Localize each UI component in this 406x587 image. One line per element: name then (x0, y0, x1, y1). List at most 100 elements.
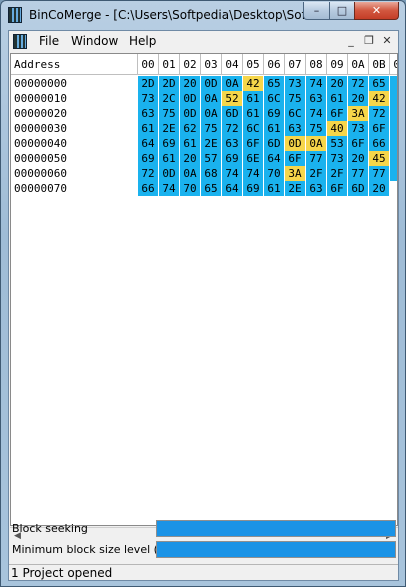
byte-cell[interactable]: 77 (348, 166, 369, 181)
byte-cell[interactable]: 2F (306, 166, 327, 181)
byte-cell[interactable]: 42 (369, 91, 390, 106)
byte-cell[interactable]: 2E (159, 121, 180, 136)
byte-cell[interactable]: 6C (285, 106, 306, 121)
byte-cell[interactable]: 61 (264, 181, 285, 196)
byte-cell[interactable]: 73 (138, 91, 159, 106)
menu-help[interactable]: Help (129, 34, 156, 48)
byte-cell[interactable]: 77 (306, 151, 327, 166)
byte-cell[interactable]: 61 (243, 106, 264, 121)
byte-cell[interactable]: 20 (180, 76, 201, 91)
byte-cell[interactable]: 69 (159, 136, 180, 151)
maximize-button[interactable]: □ (329, 2, 355, 20)
byte-cell[interactable]: 72 (348, 76, 369, 91)
byte-cell[interactable]: 0A (201, 106, 222, 121)
byte-cell[interactable]: 61 (243, 91, 264, 106)
byte-cell[interactable]: 69 (138, 151, 159, 166)
byte-cell[interactable]: 68 (201, 166, 222, 181)
byte-cell[interactable]: 65 (264, 76, 285, 91)
byte-cell[interactable]: 6C (243, 121, 264, 136)
column-header[interactable]: 0B (369, 54, 390, 75)
byte-cell[interactable]: 6F (327, 106, 348, 121)
byte-cell[interactable]: 0D (180, 106, 201, 121)
mdi-close-button[interactable]: ✕ (379, 34, 395, 48)
column-header[interactable]: 06 (264, 54, 285, 75)
byte-cell[interactable]: 7 (390, 166, 397, 181)
byte-cell[interactable]: 64 (222, 181, 243, 196)
byte-cell[interactable]: 65 (369, 76, 390, 91)
byte-cell[interactable]: 73 (348, 121, 369, 136)
byte-cell[interactable]: 6D (348, 181, 369, 196)
byte-cell[interactable]: 75 (201, 121, 222, 136)
byte-cell[interactable]: 61 (159, 151, 180, 166)
byte-cell[interactable]: 65 (201, 181, 222, 196)
byte-cell[interactable]: 64 (264, 151, 285, 166)
byte-cell[interactable]: 70 (264, 166, 285, 181)
byte-cell[interactable]: 2D (159, 76, 180, 91)
byte-cell[interactable]: 63 (306, 91, 327, 106)
byte-cell[interactable]: 0A (180, 166, 201, 181)
byte-cell[interactable]: 74 (159, 181, 180, 196)
menu-window[interactable]: Window (71, 34, 118, 48)
byte-cell[interactable]: 73 (327, 151, 348, 166)
column-header[interactable]: 0A (348, 54, 369, 75)
byte-cell[interactable]: 66 (138, 181, 159, 196)
column-header[interactable]: 03 (201, 54, 222, 75)
address-column-header[interactable]: Address (11, 54, 138, 75)
byte-cell[interactable]: 6D (222, 106, 243, 121)
close-button[interactable]: ✕ (354, 2, 399, 20)
byte-cell[interactable]: 6 (390, 76, 397, 91)
column-header[interactable]: 02 (180, 54, 201, 75)
byte-cell[interactable]: 7 (390, 136, 397, 151)
column-header[interactable]: 04 (222, 54, 243, 75)
byte-cell[interactable]: 3A (348, 106, 369, 121)
byte-cell[interactable]: 66 (369, 136, 390, 151)
byte-cell[interactable]: 72 (222, 121, 243, 136)
byte-cell[interactable]: 0D (180, 91, 201, 106)
byte-cell[interactable]: 61 (138, 121, 159, 136)
byte-cell[interactable]: 0D (201, 76, 222, 91)
byte-cell[interactable]: 64 (138, 136, 159, 151)
byte-cell[interactable]: 7 (390, 91, 397, 106)
byte-cell[interactable]: 20 (369, 181, 390, 196)
menu-file[interactable]: File (39, 34, 59, 48)
byte-cell[interactable]: 77 (369, 166, 390, 181)
byte-cell[interactable]: 2E (201, 136, 222, 151)
hex-grid[interactable]: Address 000102030405060708090A0B0C000000… (10, 53, 398, 526)
byte-cell[interactable]: 2D (138, 76, 159, 91)
byte-cell[interactable]: 6F (369, 121, 390, 136)
byte-cell[interactable]: 57 (201, 151, 222, 166)
byte-cell[interactable]: 73 (285, 76, 306, 91)
mdi-restore-button[interactable]: ❐ (361, 34, 377, 48)
byte-cell[interactable]: 6D (264, 136, 285, 151)
byte-cell[interactable]: 72 (138, 166, 159, 181)
byte-cell[interactable]: 2F (327, 166, 348, 181)
byte-cell[interactable]: 6E (243, 151, 264, 166)
byte-cell[interactable]: 72 (369, 106, 390, 121)
byte-cell[interactable]: 74 (222, 166, 243, 181)
byte-cell[interactable]: 70 (180, 181, 201, 196)
byte-cell[interactable]: 62 (180, 121, 201, 136)
byte-cell[interactable]: 69 (264, 106, 285, 121)
byte-cell[interactable]: 40 (327, 121, 348, 136)
byte-cell[interactable]: 2E (285, 181, 306, 196)
byte-cell[interactable]: 74 (306, 106, 327, 121)
column-header[interactable]: 09 (327, 54, 348, 75)
byte-cell[interactable]: 0D (285, 136, 306, 151)
minimize-button[interactable]: – (303, 2, 330, 20)
byte-cell[interactable]: 74 (306, 76, 327, 91)
byte-cell[interactable]: 63 (138, 106, 159, 121)
byte-cell[interactable]: 0A (201, 91, 222, 106)
mdi-minimize-button[interactable]: _ (343, 34, 359, 48)
byte-cell[interactable]: 6C (264, 91, 285, 106)
byte-cell[interactable]: 63 (222, 136, 243, 151)
column-header[interactable]: 08 (306, 54, 327, 75)
byte-cell[interactable]: 69 (243, 181, 264, 196)
byte-cell[interactable]: 75 (285, 91, 306, 106)
byte-cell[interactable]: 74 (243, 166, 264, 181)
byte-cell[interactable]: 6 (390, 151, 397, 166)
byte-cell[interactable]: 6 (390, 121, 397, 136)
byte-cell[interactable]: 61 (180, 136, 201, 151)
byte-cell[interactable]: 3A (285, 166, 306, 181)
column-header[interactable]: 07 (285, 54, 306, 75)
byte-cell[interactable]: 6F (327, 181, 348, 196)
